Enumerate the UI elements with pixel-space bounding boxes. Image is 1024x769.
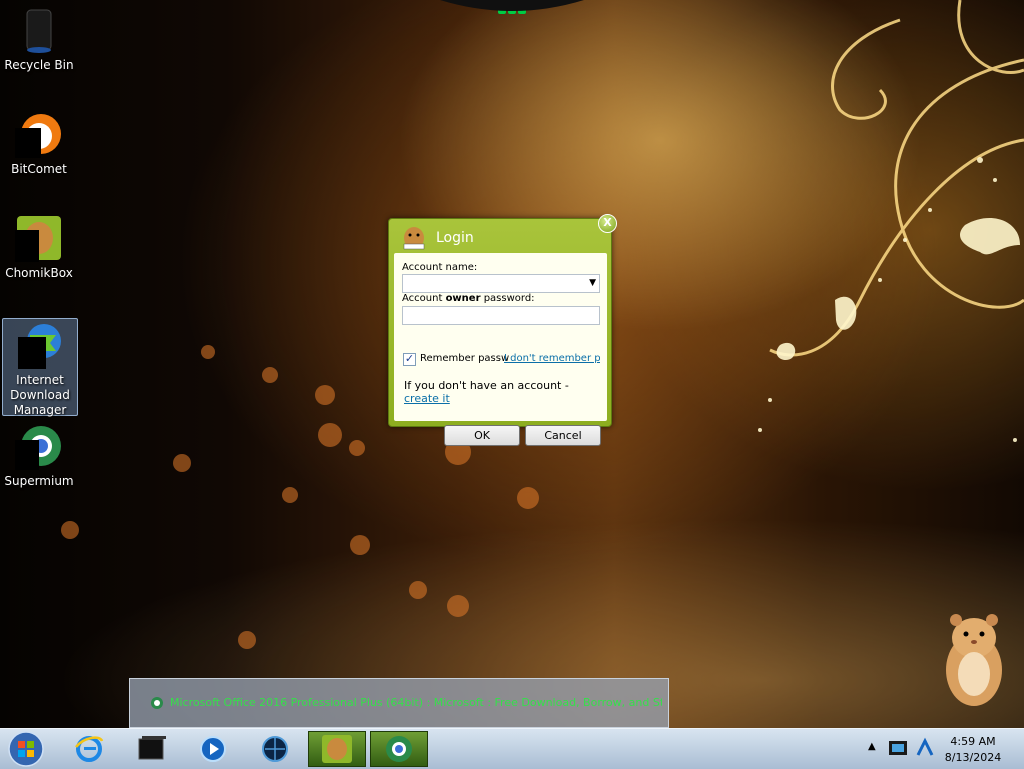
sync-tray-icon[interactable] — [914, 735, 936, 763]
supermium-label: Supermium — [4, 474, 74, 488]
dialog-title: Login — [436, 230, 474, 246]
bitcomet-label: BitComet — [11, 162, 67, 176]
media-player-icon — [200, 736, 226, 762]
ok-button[interactable]: OK — [444, 425, 520, 446]
account-name-combobox[interactable]: ▼ — [402, 274, 600, 293]
tooltip-text: Microsoft Office 2016 Professional Plus … — [170, 696, 662, 709]
close-button[interactable]: X — [598, 214, 617, 233]
recycle-bin-icon — [26, 9, 52, 53]
forgot-password-link[interactable]: I don't remember pas — [504, 353, 600, 364]
desktop-icon-recycle-bin[interactable]: Recycle Bin — [2, 6, 76, 73]
supermium-icon — [386, 736, 412, 762]
remember-password-checkbox[interactable]: ✓ — [403, 353, 416, 366]
system-clock[interactable]: 4:59 AM 8/13/2024 — [940, 734, 1006, 766]
taskbar: ▲ 4:59 AM 8/13/2024 — [0, 728, 1024, 769]
taskbar-internet-explorer[interactable] — [62, 731, 118, 767]
idm-icon — [18, 324, 61, 369]
tray-overflow-button[interactable]: ▲ — [868, 741, 876, 752]
chomikbox-icon — [322, 735, 352, 763]
taskbar-chomikbox[interactable] — [308, 731, 366, 767]
create-account-link[interactable]: create it — [404, 392, 450, 405]
chomikbox-logo-icon — [403, 227, 425, 250]
account-name-label: Account name: — [402, 262, 478, 273]
recycle-bin-label: Recycle Bin — [4, 58, 74, 72]
desktop-icon-bitcomet[interactable]: BitComet — [2, 110, 76, 177]
dropdown-arrow-icon[interactable]: ▼ — [589, 278, 596, 288]
dialog-body: Account name: ▼ Account owner password: … — [394, 253, 607, 446]
internet-explorer-icon — [75, 736, 104, 762]
chomikbox-icon — [15, 216, 61, 262]
start-orb-icon[interactable] — [6, 730, 46, 768]
browser-icon — [262, 736, 288, 762]
desktop-icon-supermium[interactable]: Supermium — [2, 422, 76, 489]
cancel-button[interactable]: Cancel — [525, 425, 601, 446]
clock-time: 4:59 AM — [950, 735, 996, 748]
login-dialog: Login X Account name: ▼ Account owner pa… — [388, 214, 617, 446]
no-account-text: If you don't have an account - create it — [404, 379, 569, 405]
desktop-icon-chomikbox[interactable]: ChomikBox — [2, 214, 76, 281]
terminal-icon — [138, 736, 166, 760]
taskbar-media-player[interactable] — [184, 731, 240, 767]
remember-password-label: Remember passw — [420, 353, 510, 364]
password-field[interactable] — [402, 306, 600, 325]
taskbar-browser[interactable] — [246, 731, 302, 767]
supermium-icon — [15, 426, 61, 470]
network-tray-icon[interactable] — [886, 735, 912, 763]
clock-date: 8/13/2024 — [944, 751, 1002, 764]
password-label: Account owner password: — [402, 293, 535, 304]
bitcomet-icon — [15, 114, 61, 158]
desktop-icon-idm[interactable]: Internet Download Manager — [2, 318, 78, 417]
taskbar-preview-tooltip[interactable]: Microsoft Office 2016 Professional Plus … — [129, 678, 669, 728]
taskbar-terminal[interactable] — [122, 731, 178, 767]
taskbar-supermium[interactable] — [370, 731, 428, 767]
idm-label: Internet Download Manager — [10, 373, 70, 417]
chomikbox-label: ChomikBox — [5, 266, 73, 280]
supermium-small-icon — [151, 697, 163, 709]
hamster-mascot-icon[interactable] — [940, 608, 1008, 708]
